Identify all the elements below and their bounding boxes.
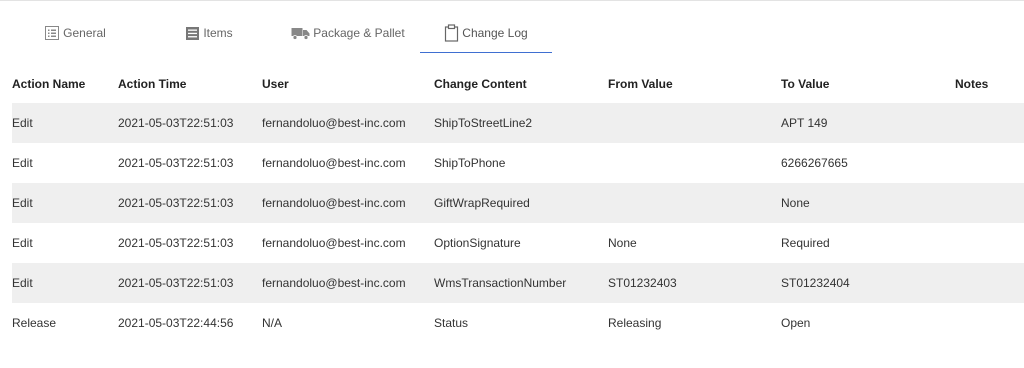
list-box-icon bbox=[44, 25, 60, 41]
table-row: Edit 2021-05-03T22:51:03 fernandoluo@bes… bbox=[12, 103, 1024, 143]
cell-to-value: Open bbox=[781, 316, 811, 330]
cell-change-content: Status bbox=[434, 316, 469, 330]
cell-notes bbox=[955, 263, 1024, 303]
cell-user: N/A bbox=[262, 316, 283, 330]
cell-notes bbox=[955, 223, 1024, 263]
cell-notes bbox=[955, 103, 1024, 143]
table-row: Edit 2021-05-03T22:51:03 fernandoluo@bes… bbox=[12, 263, 1024, 303]
cell-to-value: ST01232404 bbox=[781, 263, 955, 303]
cell-user: fernandoluo@best-inc.com bbox=[262, 103, 434, 143]
header-from-value: From Value bbox=[608, 76, 673, 91]
cell-from-value: ST01232403 bbox=[608, 263, 781, 303]
cell-change-content: ShipToPhone bbox=[434, 156, 506, 170]
cell-action-name: Edit bbox=[12, 156, 33, 170]
cell-from-value bbox=[608, 143, 781, 183]
tab-general[interactable]: General bbox=[20, 14, 130, 52]
tab-change-log[interactable]: Change Log bbox=[420, 14, 552, 53]
tab-items[interactable]: Items bbox=[154, 14, 264, 52]
cell-action-time: 2021-05-03T22:51:03 bbox=[118, 156, 234, 170]
cell-from-value: None bbox=[608, 236, 637, 250]
table-row: Edit 2021-05-03T22:51:03 fernandoluo@bes… bbox=[12, 183, 1024, 223]
header-action-name: Action Name bbox=[12, 76, 86, 91]
table-header-row: Action Name Action Time User Change Cont… bbox=[12, 64, 1024, 103]
table-row: Release 2021-05-03T22:44:56 N/A Status R… bbox=[12, 303, 1024, 343]
cell-user: fernandoluo@best-inc.com bbox=[262, 263, 434, 303]
table-row: Edit 2021-05-03T22:51:03 fernandoluo@bes… bbox=[12, 223, 1024, 263]
cell-action-time: 2021-05-03T22:44:56 bbox=[118, 316, 234, 330]
header-to-value: To Value bbox=[781, 76, 830, 91]
cell-action-time: 2021-05-03T22:51:03 bbox=[118, 183, 262, 223]
cell-to-value: APT 149 bbox=[781, 103, 955, 143]
tab-change-log-label: Change Log bbox=[462, 26, 528, 40]
tab-package-pallet-label: Package & Pallet bbox=[313, 26, 405, 40]
cell-change-content: OptionSignature bbox=[434, 236, 521, 250]
tab-items-label: Items bbox=[203, 26, 233, 40]
cell-notes bbox=[955, 303, 1024, 343]
top-divider bbox=[0, 0, 1024, 1]
cell-change-content: WmsTransactionNumber bbox=[434, 263, 608, 303]
cell-action-time: 2021-05-03T22:51:03 bbox=[118, 236, 234, 250]
cell-to-value: Required bbox=[781, 236, 830, 250]
cell-from-value: Releasing bbox=[608, 316, 662, 330]
truck-icon bbox=[291, 26, 310, 40]
cell-action-name: Edit bbox=[12, 103, 118, 143]
cell-change-content: GiftWrapRequired bbox=[434, 183, 608, 223]
list-icon bbox=[185, 26, 200, 41]
cell-action-name: Edit bbox=[12, 236, 33, 250]
cell-action-name: Edit bbox=[12, 183, 118, 223]
cell-change-content: ShipToStreetLine2 bbox=[434, 103, 608, 143]
header-notes: Notes bbox=[955, 76, 989, 91]
cell-to-value: None bbox=[781, 183, 955, 223]
tab-package-pallet[interactable]: Package & Pallet bbox=[286, 14, 410, 52]
cell-action-time: 2021-05-03T22:51:03 bbox=[118, 103, 262, 143]
clipboard-icon bbox=[444, 24, 459, 42]
cell-notes bbox=[955, 183, 1024, 223]
cell-user: fernandoluo@best-inc.com bbox=[262, 183, 434, 223]
cell-action-time: 2021-05-03T22:51:03 bbox=[118, 263, 262, 303]
cell-user: fernandoluo@best-inc.com bbox=[262, 236, 406, 250]
cell-user: fernandoluo@best-inc.com bbox=[262, 156, 406, 170]
cell-notes bbox=[955, 143, 1024, 183]
cell-action-name: Edit bbox=[12, 263, 118, 303]
header-user: User bbox=[262, 76, 289, 91]
header-change-content: Change Content bbox=[434, 76, 527, 91]
cell-action-name: Release bbox=[12, 316, 57, 330]
tab-bar: General Items Package & Pallet Change Lo… bbox=[0, 14, 1024, 54]
cell-from-value bbox=[608, 103, 781, 143]
table-row: Edit 2021-05-03T22:51:03 fernandoluo@bes… bbox=[12, 143, 1024, 183]
header-action-time: Action Time bbox=[118, 76, 187, 91]
cell-from-value bbox=[608, 183, 781, 223]
change-log-table: Action Name Action Time User Change Cont… bbox=[12, 64, 1024, 343]
tab-general-label: General bbox=[63, 26, 106, 40]
cell-to-value: 6266267665 bbox=[781, 156, 848, 170]
